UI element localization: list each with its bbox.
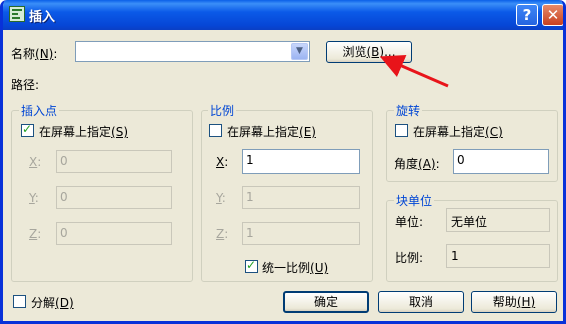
insertion-on-screen-checkbox[interactable] <box>21 122 34 137</box>
rotation-on-screen-label: 在屏幕上指定(C) <box>413 125 503 139</box>
name-combo[interactable]: ▼ <box>75 41 310 62</box>
explode-label: 分解(D) <box>31 296 74 310</box>
block-unit-title: 块单位 <box>394 192 435 209</box>
scale-z-field[interactable]: 1 <box>242 222 360 245</box>
window-title: 插入 <box>29 10 56 25</box>
cancel-button[interactable]: 取消 <box>378 291 464 313</box>
factor-value: 1 <box>446 244 550 268</box>
name-label: 名称(N): <box>11 47 58 61</box>
close-icon[interactable]: ✕ <box>542 4 563 26</box>
scale-on-screen-checkbox[interactable] <box>209 124 222 137</box>
help-icon[interactable]: ? <box>516 4 538 26</box>
browse-button[interactable]: 浏览(B)... <box>326 41 412 63</box>
insertion-z-label: Z: <box>29 227 42 241</box>
angle-label: 角度(A): <box>394 157 440 171</box>
angle-field[interactable]: 0 <box>453 149 549 174</box>
insertion-x-field[interactable]: 0 <box>56 150 172 173</box>
factor-label: 比例: <box>395 251 424 265</box>
explode-checkbox[interactable] <box>13 295 26 308</box>
unit-value: 无单位 <box>446 208 550 232</box>
chevron-down-icon[interactable]: ▼ <box>291 43 308 60</box>
scale-z-label: Z: <box>216 227 229 241</box>
help-button[interactable]: 帮助(H) <box>471 291 557 313</box>
scale-on-screen-label: 在屏幕上指定(E) <box>227 125 316 139</box>
scale-x-label: X: <box>216 155 229 169</box>
scale-y-label: Y: <box>216 191 226 205</box>
rotation-on-screen-checkbox[interactable] <box>395 124 408 137</box>
uniform-scale-label: 统一比例(U) <box>262 261 329 275</box>
insert-dialog: 插入 ? ✕ 名称(N): ▼ 浏览(B)... 路径: 插入点 在屏幕上指定(… <box>0 0 566 324</box>
title-bar[interactable]: 插入 ? ✕ <box>3 0 563 30</box>
ok-button[interactable]: 确定 <box>283 291 369 313</box>
insertion-point-title: 插入点 <box>19 102 60 119</box>
path-label: 路径: <box>11 78 40 92</box>
unit-label: 单位: <box>395 215 424 229</box>
scale-title: 比例 <box>208 102 237 119</box>
insertion-y-label: Y: <box>29 191 39 205</box>
uniform-scale-checkbox[interactable] <box>245 258 258 273</box>
insertion-on-screen-label: 在屏幕上指定(S) <box>39 125 128 139</box>
scale-x-field[interactable]: 1 <box>242 149 360 174</box>
insertion-y-field[interactable]: 0 <box>56 186 172 209</box>
app-icon <box>9 6 25 22</box>
insertion-z-field[interactable]: 0 <box>56 222 172 245</box>
insertion-x-label: X: <box>29 155 42 169</box>
rotation-title: 旋转 <box>394 102 423 119</box>
scale-y-field[interactable]: 1 <box>242 186 360 209</box>
